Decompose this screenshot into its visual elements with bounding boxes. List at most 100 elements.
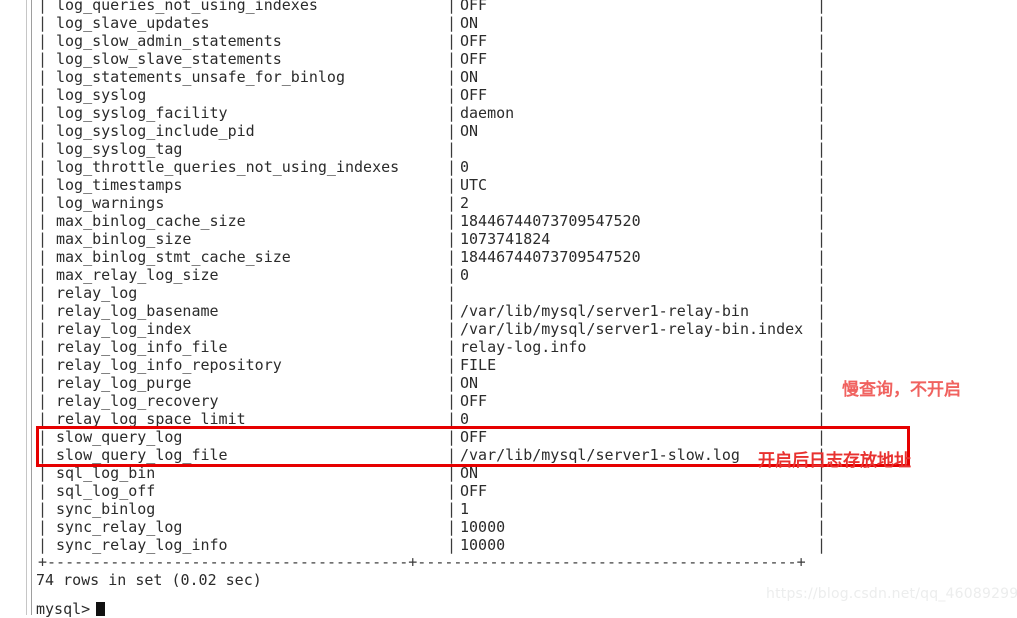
variable-value: 1 [460, 500, 470, 518]
variable-name: sql_log_off [56, 482, 156, 500]
annotation-log-path-note: 开启后日志存放地址 [758, 451, 911, 471]
variable-value: FILE [460, 356, 497, 374]
variable-value: OFF [460, 428, 488, 446]
variable-value: 0 [460, 266, 470, 284]
variable-value: 18446744073709547520 [460, 248, 641, 266]
column-separator: | [817, 68, 827, 86]
column-separator: | [38, 140, 48, 158]
column-separator: | [38, 428, 48, 446]
column-separator: | [817, 104, 827, 122]
column-separator: | [447, 302, 457, 320]
column-separator: | [447, 482, 457, 500]
variable-name: slow_query_log [56, 428, 183, 446]
column-separator: | [447, 68, 457, 86]
column-separator: | [38, 374, 48, 392]
column-separator: | [447, 392, 457, 410]
column-separator: | [38, 32, 48, 50]
variable-value: 0 [460, 158, 470, 176]
variable-value: /var/lib/mysql/server1-slow.log [460, 446, 740, 464]
column-separator: | [38, 500, 48, 518]
variable-name: sync_relay_log_info [56, 536, 228, 554]
column-separator: | [447, 140, 457, 158]
column-separator: | [38, 518, 48, 536]
column-separator: | [447, 104, 457, 122]
variable-name: relay_log_basename [56, 302, 219, 320]
variable-value: OFF [460, 32, 488, 50]
variable-name: log_statements_unsafe_for_binlog [56, 68, 345, 86]
variable-value: /var/lib/mysql/server1-relay-bin [460, 302, 749, 320]
column-separator: | [447, 518, 457, 536]
text-cursor [96, 602, 106, 616]
column-separator: | [447, 32, 457, 50]
mysql-prompt[interactable]: mysql> [36, 600, 106, 618]
variable-name: max_binlog_size [56, 230, 192, 248]
column-separator: | [817, 428, 827, 446]
column-separator: | [38, 86, 48, 104]
column-separator: | [817, 50, 827, 68]
variable-name: max_binlog_stmt_cache_size [56, 248, 291, 266]
column-separator: | [447, 464, 457, 482]
column-separator: | [817, 320, 827, 338]
column-separator: | [817, 248, 827, 266]
variable-name: log_timestamps [56, 176, 183, 194]
column-separator: | [38, 122, 48, 140]
variable-name: log_syslog_include_pid [56, 122, 255, 140]
variable-value: ON [460, 464, 479, 482]
variable-name: log_syslog [56, 86, 147, 104]
variable-name: relay_log_info_file [56, 338, 228, 356]
variable-value: OFF [460, 86, 488, 104]
column-separator: | [817, 14, 827, 32]
variable-value: ON [460, 68, 479, 86]
column-separator: | [447, 176, 457, 194]
column-separator: | [817, 122, 827, 140]
column-separator: | [817, 266, 827, 284]
variable-value: UTC [460, 176, 488, 194]
variable-name: log_syslog_tag [56, 140, 183, 158]
variable-value: OFF [460, 0, 488, 14]
variable-name: slow_query_log_file [56, 446, 228, 464]
column-separator: | [817, 0, 827, 14]
column-separator: | [817, 284, 827, 302]
variable-value: 18446744073709547520 [460, 212, 641, 230]
variable-value: 0 [460, 410, 470, 428]
variable-name: log_slave_updates [56, 14, 210, 32]
column-separator: | [817, 500, 827, 518]
column-separator: | [38, 212, 48, 230]
column-separator: | [817, 194, 827, 212]
column-separator: | [817, 140, 827, 158]
column-separator: | [447, 50, 457, 68]
column-separator: | [817, 536, 827, 554]
column-separator: | [447, 248, 457, 266]
variable-name: max_binlog_cache_size [56, 212, 246, 230]
column-separator: | [447, 374, 457, 392]
column-separator: | [447, 266, 457, 284]
column-separator: | [447, 14, 457, 32]
column-separator: | [447, 320, 457, 338]
column-separator: | [38, 284, 48, 302]
variable-value: ON [460, 122, 479, 140]
column-separator: | [447, 428, 457, 446]
column-separator: | [817, 302, 827, 320]
variable-name: max_relay_log_size [56, 266, 219, 284]
column-separator: | [38, 176, 48, 194]
column-separator: | [447, 212, 457, 230]
variable-value: OFF [460, 392, 488, 410]
variable-value: 1073741824 [460, 230, 551, 248]
variable-name: relay_log_recovery [56, 392, 219, 410]
column-separator: | [817, 158, 827, 176]
variable-value: relay-log.info [460, 338, 587, 356]
annotation-slow-query-note: 慢查询，不开启 [842, 380, 961, 400]
column-separator: | [817, 212, 827, 230]
column-separator: | [38, 338, 48, 356]
variable-name: relay_log [56, 284, 138, 302]
column-separator: | [447, 536, 457, 554]
column-separator: | [38, 14, 48, 32]
column-separator: | [817, 32, 827, 50]
column-separator: | [817, 356, 827, 374]
column-separator: | [447, 230, 457, 248]
column-separator: | [817, 230, 827, 248]
scrollbar-track[interactable] [31, 0, 32, 615]
column-separator: | [817, 374, 827, 392]
column-separator: | [447, 122, 457, 140]
column-separator: | [447, 284, 457, 302]
